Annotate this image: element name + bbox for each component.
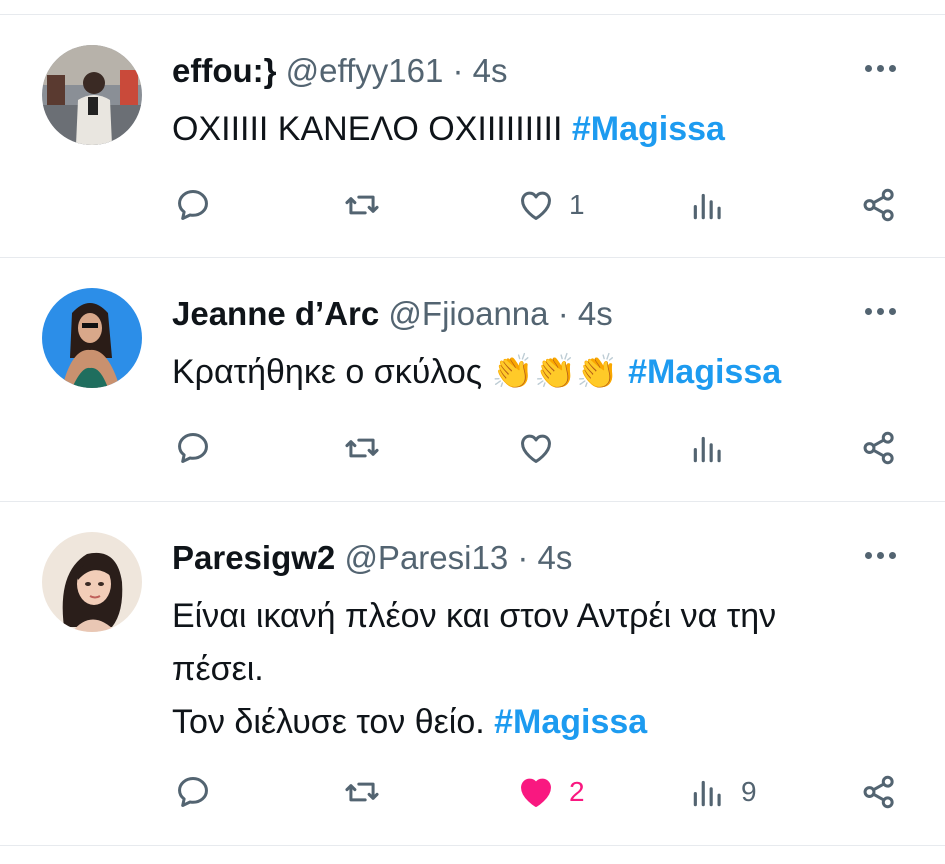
tweet-text-line: πέσει. <box>172 650 264 688</box>
more-icon-dot <box>889 65 896 72</box>
timestamp[interactable]: 4s <box>578 295 613 332</box>
share-button[interactable] <box>860 180 898 230</box>
tweet[interactable]: effou:} @effyy161 · 4s ΟΧΙΙΙΙΙ ΚΑΝΕΛΟ ΟΧ… <box>0 15 945 258</box>
user-handle[interactable]: @Paresi13 <box>344 539 508 576</box>
tweet[interactable]: Jeanne d’Arc @Fjioanna · 4s Κρατήθηκε ο … <box>0 258 945 502</box>
heart-icon <box>521 191 551 220</box>
tweet-actions: 2 9 <box>0 767 945 817</box>
more-icon-dot <box>877 308 884 315</box>
reply-icon <box>178 190 208 220</box>
tweet[interactable]: Paresigw2 @Paresi13 · 4s Είναι ικανή πλέ… <box>0 502 945 846</box>
more-icon <box>865 552 872 559</box>
like-button[interactable] <box>517 423 569 473</box>
timestamp[interactable]: 4s <box>473 52 508 89</box>
retweet-icon <box>345 438 379 458</box>
reply-icon <box>178 777 208 807</box>
reply-icon <box>178 433 208 463</box>
top-divider <box>0 0 945 15</box>
more-icon-dot <box>889 308 896 315</box>
avatar[interactable] <box>42 288 142 388</box>
timestamp[interactable]: 4s <box>538 539 573 576</box>
like-button[interactable]: 1 <box>517 180 585 230</box>
separator-dot: · <box>452 52 464 89</box>
more-options-button[interactable] <box>863 296 899 326</box>
tweet-header: effou:} @effyy161 · 4s <box>172 51 508 91</box>
views-icon <box>693 193 721 220</box>
retweet-icon <box>345 195 379 215</box>
tweet-text-line: Είναι ικανή πλέον και στον Αντρέι να την <box>172 597 777 635</box>
tweet-header: Jeanne d’Arc @Fjioanna · 4s <box>172 294 613 334</box>
like-count: 1 <box>569 189 585 220</box>
heart-icon <box>521 434 551 463</box>
like-count: 2 <box>569 776 585 807</box>
tweet-actions <box>0 423 945 473</box>
views-button[interactable] <box>689 180 741 230</box>
display-name[interactable]: Paresigw2 <box>172 539 335 576</box>
views-icon <box>693 436 721 463</box>
views-count: 9 <box>741 776 757 807</box>
avatar[interactable] <box>42 532 142 632</box>
tweet-text: Κρατήθηκε ο σκύλος 👏👏👏 #Magissa <box>172 346 872 399</box>
tweet-text: Είναι ικανή πλέον και στον Αντρέι να την… <box>172 590 872 749</box>
more-icon-dot <box>877 552 884 559</box>
hashtag-link[interactable]: #Magissa <box>572 110 725 148</box>
hashtag-link[interactable]: #Magissa <box>494 703 647 741</box>
views-button[interactable]: 9 <box>689 767 757 817</box>
clapping-hands-emoji: 👏👏👏 <box>491 353 619 391</box>
more-options-button[interactable] <box>863 53 899 83</box>
more-icon-dot <box>877 65 884 72</box>
avatar[interactable] <box>42 45 142 145</box>
retweet-button[interactable] <box>343 423 395 473</box>
display-name[interactable]: Jeanne d’Arc <box>172 295 379 332</box>
more-options-button[interactable] <box>863 540 899 570</box>
user-handle[interactable]: @Fjioanna <box>388 295 548 332</box>
retweet-icon <box>345 782 379 802</box>
views-icon <box>693 780 721 807</box>
views-button[interactable] <box>689 423 741 473</box>
tweet-text-line: Τον διέλυσε τον θείο. <box>172 703 495 741</box>
share-icon <box>863 188 894 222</box>
tweet-actions: 1 <box>0 180 945 230</box>
tweet-header: Paresigw2 @Paresi13 · 4s <box>172 538 572 578</box>
share-button[interactable] <box>860 767 898 817</box>
share-icon <box>863 775 894 809</box>
like-button[interactable]: 2 <box>517 767 585 817</box>
user-handle[interactable]: @effyy161 <box>286 52 444 89</box>
retweet-button[interactable] <box>343 180 395 230</box>
reply-button[interactable] <box>174 423 226 473</box>
share-button[interactable] <box>860 423 898 473</box>
more-icon <box>865 65 872 72</box>
reply-button[interactable] <box>174 180 226 230</box>
share-icon <box>863 431 894 465</box>
reply-button[interactable] <box>174 767 226 817</box>
hashtag-link[interactable]: #Magissa <box>628 353 781 391</box>
tweet-text: ΟΧΙΙΙΙΙ ΚΑΝΕΛΟ ΟΧΙΙΙΙΙΙΙΙΙ #Magissa <box>172 103 872 156</box>
tweet-text-line: ΟΧΙΙΙΙΙ ΚΑΝΕΛΟ ΟΧΙΙΙΙΙΙΙΙΙ <box>172 110 572 148</box>
display-name[interactable]: effou:} <box>172 52 276 89</box>
more-icon <box>865 308 872 315</box>
retweet-button[interactable] <box>343 767 395 817</box>
separator-dot: · <box>517 539 529 576</box>
tweet-text-line: Κρατήθηκε ο σκύλος <box>172 353 492 391</box>
more-icon-dot <box>889 552 896 559</box>
separator-dot: · <box>557 295 569 332</box>
heart-icon <box>521 778 551 807</box>
